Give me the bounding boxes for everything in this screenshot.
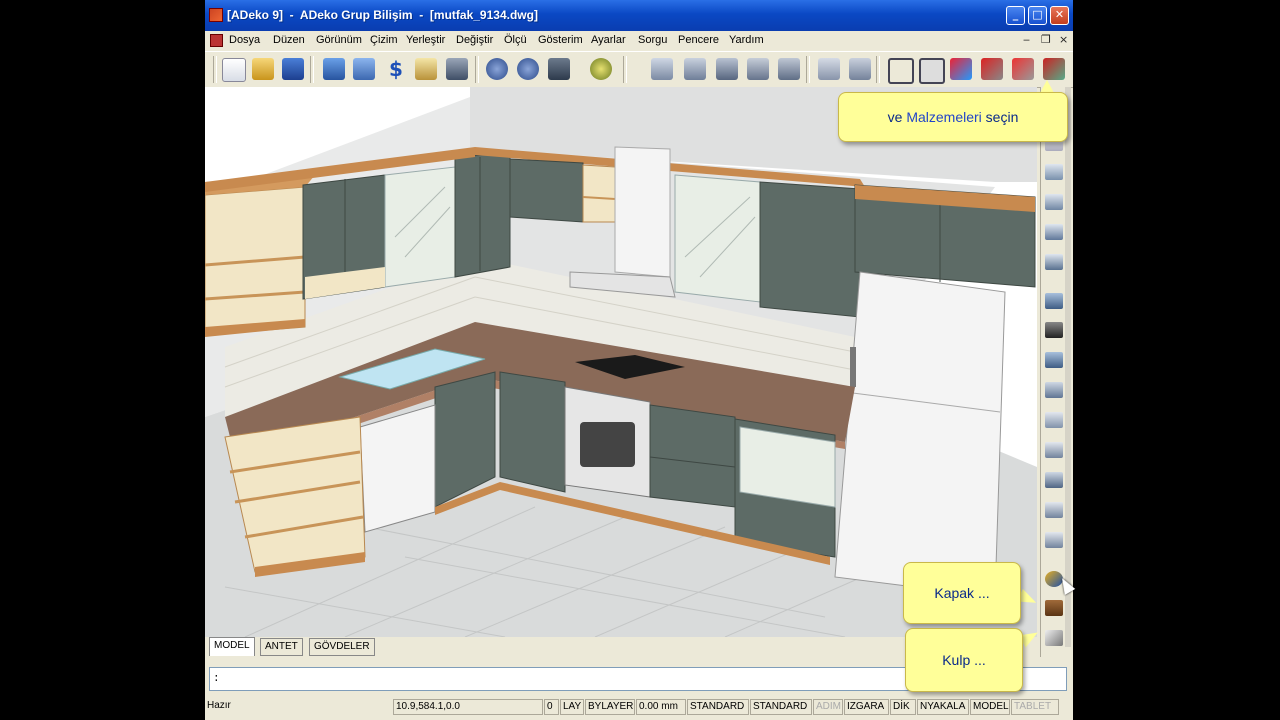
menu-sorgu[interactable]: Sorgu <box>638 34 667 46</box>
osnap-toggle[interactable]: NYAKALA <box>917 699 969 715</box>
render-shade-icon[interactable] <box>1012 58 1034 80</box>
mdi-close-button[interactable]: × <box>1059 33 1068 46</box>
range-hood <box>614 146 671 278</box>
print-icon[interactable] <box>323 58 345 80</box>
corner-cabinet-icon[interactable] <box>1045 194 1063 210</box>
menu-yerlestir[interactable]: Yerleştir <box>406 34 445 46</box>
tablet-toggle[interactable]: TABLET <box>1011 699 1059 715</box>
dim-style-readout[interactable]: STANDARD <box>750 699 812 715</box>
menu-degistir[interactable]: Değiştir <box>456 34 493 46</box>
side-toolbar <box>1040 87 1066 657</box>
callout-door: Kapak ... <box>903 562 1021 624</box>
ortho-toggle[interactable]: DİK <box>890 699 916 715</box>
handle-icon[interactable] <box>1045 630 1063 646</box>
plinth-icon[interactable] <box>1045 442 1063 458</box>
hood-icon[interactable] <box>1045 352 1063 368</box>
document-icon[interactable] <box>210 34 223 47</box>
new-icon[interactable] <box>222 58 246 82</box>
menu-gorunum[interactable]: Görünüm <box>316 34 362 46</box>
maximize-button[interactable]: □ <box>1028 6 1047 25</box>
menu-dosya[interactable]: Dosya <box>229 34 260 46</box>
cornice-icon[interactable] <box>1045 472 1063 488</box>
mdi-restore-button[interactable]: ❐ <box>1041 33 1051 46</box>
menu-duzen[interactable]: Düzen <box>273 34 305 46</box>
countertop-icon[interactable] <box>1045 502 1063 518</box>
plot-preview-icon[interactable] <box>353 58 375 80</box>
tab-model[interactable]: MODEL <box>209 637 255 656</box>
menu-pencere[interactable]: Pencere <box>678 34 719 46</box>
dishwasher <box>359 404 436 533</box>
forward-icon[interactable] <box>517 58 539 80</box>
tab-antet[interactable]: ANTET <box>260 638 303 656</box>
shade-icon[interactable] <box>919 58 945 84</box>
minimize-button[interactable]: _ <box>1006 6 1025 25</box>
view-left-icon[interactable] <box>747 58 769 80</box>
refrigerator <box>834 271 1006 598</box>
menu-cizim[interactable]: Çizim <box>370 34 398 46</box>
report-icon[interactable] <box>415 58 437 80</box>
callout-handle: Kulp ... <box>905 628 1023 692</box>
snap-toggle[interactable]: ADIM <box>813 699 843 715</box>
mdi-minimize-button[interactable]: ‒ <box>1023 33 1030 46</box>
sink-cabinet-icon[interactable] <box>1045 224 1063 240</box>
main-toolbar: $ <box>205 51 1073 88</box>
status-bar: Hazır 10.9,584.1,0.0 0 LAY BYLAYER 0.00 … <box>205 697 1073 719</box>
window-title: [ADeko 9] - ADeko Grup Bilişim - [mutfak… <box>227 8 538 22</box>
layer-button[interactable]: LAY <box>560 699 584 715</box>
model-toggle[interactable]: MODEL <box>970 699 1010 715</box>
zoom-icon[interactable] <box>590 58 612 80</box>
back-icon[interactable] <box>486 58 508 80</box>
cad-icon[interactable] <box>548 58 570 80</box>
grid-toggle[interactable]: IZGARA <box>844 699 889 715</box>
layer-number: 0 <box>544 699 559 715</box>
view-iso-icon[interactable] <box>849 58 871 80</box>
close-button[interactable]: ✕ <box>1050 6 1069 25</box>
zoom-window-icon[interactable] <box>651 58 673 80</box>
vertical-scrollbar[interactable] <box>1065 87 1071 647</box>
appliance-icon[interactable] <box>1045 322 1063 338</box>
menu-olcu[interactable]: Ölçü <box>504 34 527 46</box>
save-icon[interactable] <box>282 58 304 80</box>
material-icon[interactable] <box>1043 58 1065 80</box>
tab-govdeler[interactable]: GÖVDELER <box>309 638 375 656</box>
open-icon[interactable] <box>252 58 274 80</box>
thickness-readout[interactable]: 0.00 mm <box>636 699 686 715</box>
coordinates-readout: 10.9,584.1,0.0 <box>393 699 543 715</box>
color-shade-icon[interactable] <box>950 58 972 80</box>
door-icon[interactable] <box>1045 600 1063 616</box>
menu-bar: Dosya Düzen Görünüm Çizim Yerleştir Deği… <box>205 31 1073 50</box>
texture-shade-icon[interactable] <box>981 58 1003 80</box>
base-cabinet-icon[interactable] <box>1045 164 1063 180</box>
linetype-readout[interactable]: BYLAYER <box>585 699 635 715</box>
render-icon[interactable] <box>446 58 468 80</box>
view-top-icon[interactable] <box>684 58 706 80</box>
price-icon[interactable]: $ <box>385 58 407 80</box>
view-right-icon[interactable] <box>778 58 800 80</box>
shelf-icon[interactable] <box>1045 254 1063 270</box>
view-front-icon[interactable] <box>716 58 738 80</box>
drawing-viewport[interactable] <box>205 87 1037 637</box>
callout-materials: ve Malzemeleri seçin <box>838 92 1068 142</box>
menu-yardim[interactable]: Yardım <box>729 34 764 46</box>
glass-cabinet <box>674 174 761 303</box>
drawer-icon[interactable] <box>1045 382 1063 398</box>
title-bar[interactable]: [ADeko 9] - ADeko Grup Bilişim - [mutfak… <box>205 0 1073 31</box>
view-back-icon[interactable] <box>818 58 840 80</box>
status-text: Hazır <box>207 700 231 711</box>
menu-ayarlar[interactable]: Ayarlar <box>591 34 626 46</box>
glass-cabinet <box>384 166 456 288</box>
kitchen-3d-model <box>205 87 1037 637</box>
tall-cabinet-icon[interactable] <box>1045 293 1063 309</box>
accessory-icon[interactable] <box>1045 532 1063 548</box>
app-icon[interactable] <box>209 8 223 22</box>
panel-icon[interactable] <box>1045 412 1063 428</box>
wireframe-icon[interactable] <box>888 58 914 84</box>
menu-gosterim[interactable]: Gösterim <box>538 34 583 46</box>
text-style-readout[interactable]: STANDARD <box>687 699 749 715</box>
